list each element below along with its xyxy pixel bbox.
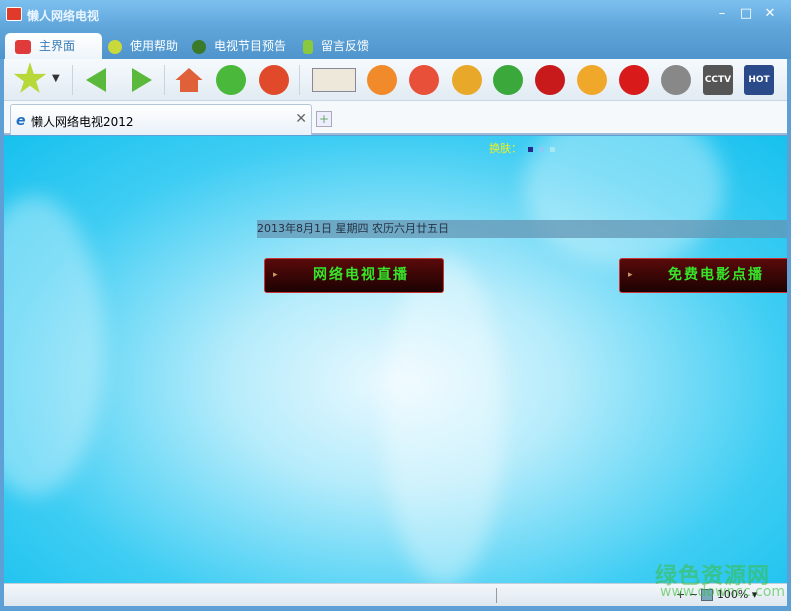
minimize-button[interactable]: – (714, 6, 730, 22)
clapperboard-icon (15, 39, 31, 54)
pps-icon[interactable] (577, 65, 607, 95)
maximize-button[interactable]: □ (738, 6, 754, 22)
qq-mascot-icon[interactable] (367, 65, 397, 95)
title-bar: 懒人网络电视 – □ ✕ (0, 0, 791, 30)
live-tv-button[interactable]: ▸ 网络电视直播 (264, 258, 444, 293)
menu-label: 主界面 (39, 39, 76, 53)
hot-movie-icon[interactable]: HOT (744, 65, 774, 95)
cctv-icon[interactable]: CCTV (703, 65, 733, 95)
ie-icon: e (16, 113, 26, 129)
browser-tab[interactable]: e 懒人网络电视2012 ✕ (10, 104, 312, 135)
globe-icon (192, 39, 206, 54)
menu-label: 使用帮助 (130, 39, 179, 53)
sohu-icon[interactable] (493, 65, 523, 95)
stop-icon[interactable] (259, 65, 289, 95)
skin-swatch[interactable] (528, 146, 533, 152)
divider (496, 588, 497, 603)
favorites-star-icon[interactable] (13, 62, 47, 93)
close-button[interactable]: ✕ (762, 6, 778, 22)
app-logo-icon (6, 7, 22, 21)
new-tab-button[interactable]: + (316, 111, 332, 127)
film-icon[interactable] (661, 65, 691, 95)
main-content: 换肤： 2013年8月1日 星期四 农历六月廿五日 ▸ 网络电视直播 ▸ 免费电影点… (4, 136, 787, 583)
skin-label: 换肤： (489, 142, 522, 155)
menu-tab-tv-guide[interactable]: 电视节目预告 (192, 33, 286, 59)
feather-icon (303, 39, 313, 54)
tab-label: 懒人网络电视2012 (31, 115, 134, 129)
smoke-decoration (4, 196, 104, 496)
home-icon[interactable] (175, 68, 203, 92)
divider (299, 65, 300, 95)
movie-vod-button[interactable]: ▸ 免费电影点播 (619, 258, 787, 293)
arrow-icon: ▸ (628, 270, 635, 280)
menu-label: 电视节目预告 (214, 39, 287, 53)
watermark-url: www.downcc.com (660, 584, 786, 600)
menu-tab-main[interactable]: 主界面 (5, 33, 102, 59)
divider (72, 65, 73, 95)
sina-icon[interactable] (452, 65, 482, 95)
back-icon[interactable] (86, 68, 106, 92)
star-icon (108, 39, 122, 54)
qvod-icon[interactable] (619, 65, 649, 95)
skin-swatch[interactable] (539, 146, 544, 152)
favorites-dropdown-icon[interactable]: ▼ (52, 73, 60, 84)
pptv-icon[interactable] (409, 65, 439, 95)
window-title: 懒人网络电视 (27, 9, 100, 23)
menu-bar: 主界面 使用帮助 电视节目预告 留言反馈 (0, 30, 791, 59)
panel-toggle-icon[interactable] (312, 68, 356, 92)
browser-tab-bar: e 懒人网络电视2012 ✕ + (4, 101, 787, 135)
refresh-icon[interactable] (216, 65, 246, 95)
fox-icon[interactable] (535, 65, 565, 95)
skin-swatch[interactable] (550, 146, 555, 152)
menu-tab-help[interactable]: 使用帮助 (108, 33, 178, 59)
menu-label: 留言反馈 (321, 39, 370, 53)
smoke-decoration (384, 256, 504, 583)
divider (164, 65, 165, 95)
date-display: 2013年8月1日 星期四 农历六月廿五日 (257, 220, 787, 238)
button-label: 网络电视直播 (313, 267, 409, 283)
toolbar: ▼ CCTV HOT (4, 59, 787, 101)
arrow-icon: ▸ (273, 270, 280, 280)
menu-tab-feedback[interactable]: 留言反馈 (303, 33, 369, 59)
skin-selector: 换肤： (489, 140, 555, 156)
button-label: 免费电影点播 (668, 267, 764, 283)
tab-close-button[interactable]: ✕ (295, 111, 307, 127)
forward-icon[interactable] (132, 68, 152, 92)
